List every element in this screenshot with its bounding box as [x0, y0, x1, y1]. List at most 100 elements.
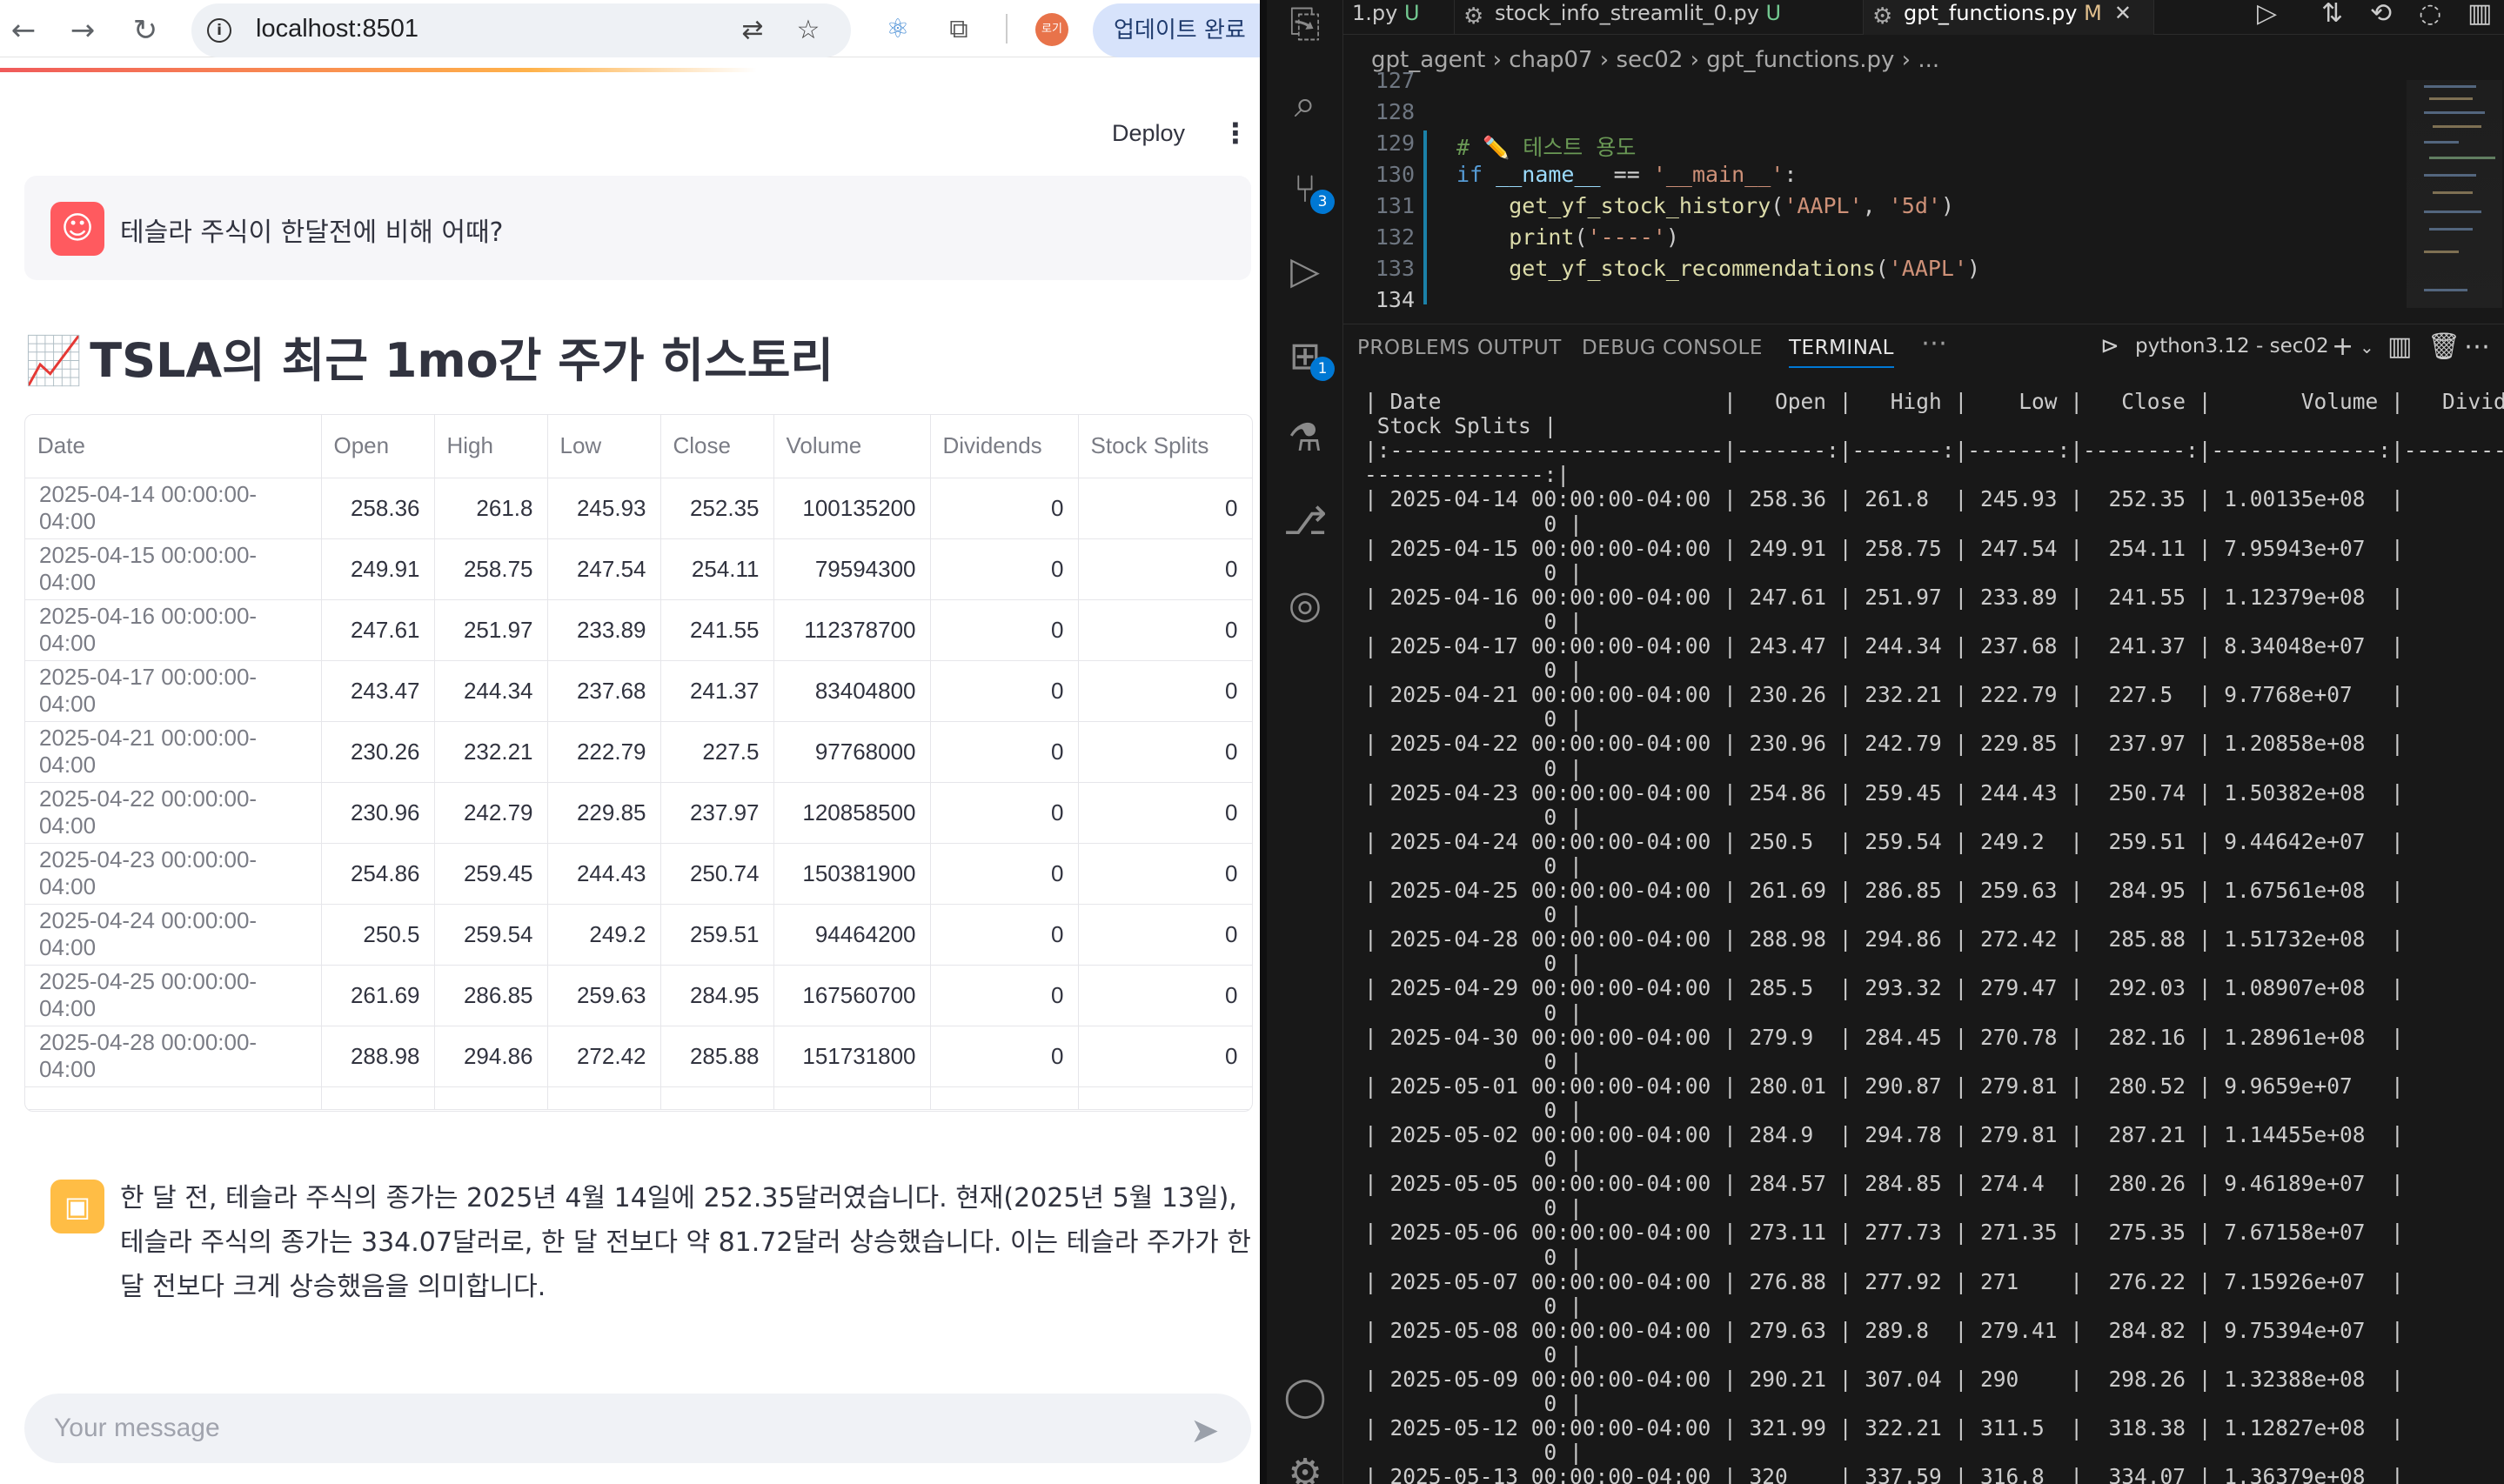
more-actions-icon[interactable]: ⋯: [1921, 328, 1948, 358]
close-icon[interactable]: ✕: [2114, 1, 2132, 25]
table-cell[interactable]: 261.8: [434, 478, 548, 539]
table-cell[interactable]: 0: [1078, 599, 1252, 661]
table-cell[interactable]: 247.61: [321, 599, 435, 661]
table-cell[interactable]: 259.51: [660, 904, 774, 966]
table-cell[interactable]: 97768000: [773, 721, 931, 783]
table-row[interactable]: 2025-04-28 00:00:00-04:00 288.98 294.86 272…: [25, 1026, 1252, 1087]
tab-output[interactable]: OUTPUT: [1477, 337, 1562, 359]
table-cell[interactable]: 261.69: [321, 965, 435, 1026]
send-icon[interactable]: ➤: [1190, 1411, 1220, 1451]
table-cell[interactable]: 230.26: [321, 721, 435, 783]
table-cell[interactable]: 241.37: [660, 660, 774, 722]
table-cell[interactable]: 150381900: [773, 843, 931, 905]
table-cell[interactable]: 294.86: [434, 1026, 548, 1087]
run-debug-icon[interactable]: ▷: [1281, 247, 1329, 296]
table-row[interactable]: 2025-04-22 00:00:00-04:00 230.96 242.79 229…: [25, 782, 1252, 844]
code-editor[interactable]: 127 128 129 130 131 132 133 134 # ✏️ 테스트…: [1343, 68, 2504, 317]
site-info-icon[interactable]: i: [207, 18, 231, 43]
column-header[interactable]: Volume: [773, 415, 931, 478]
tab-1-py[interactable]: 1.py U: [1343, 0, 1455, 35]
column-header[interactable]: Low: [547, 415, 661, 478]
back-arrow-icon[interactable]: ←: [3, 10, 44, 50]
split-terminal-icon[interactable]: ▥: [2387, 331, 2412, 362]
table-cell[interactable]: 251.97: [434, 599, 548, 661]
table-cell[interactable]: 0: [1078, 965, 1252, 1026]
deploy-button[interactable]: Deploy: [1112, 120, 1185, 147]
table-cell[interactable]: 286.85: [434, 965, 548, 1026]
table-cell[interactable]: 120858500: [773, 782, 931, 844]
table-cell[interactable]: 0: [1078, 1026, 1252, 1087]
table-cell[interactable]: 2025-04-23 00:00:00-04:00: [25, 843, 322, 905]
table-cell[interactable]: 233.89: [547, 599, 661, 661]
table-row[interactable]: 2025-04-16 00:00:00-04:00 247.61 251.97 233…: [25, 599, 1252, 661]
table-row[interactable]: 2025-04-24 00:00:00-04:00 250.5 259.54 249.…: [25, 904, 1252, 966]
minimap[interactable]: [2407, 80, 2502, 308]
table-cell[interactable]: 244.34: [434, 660, 548, 722]
update-button[interactable]: 업데이트 완료: [1093, 3, 1260, 57]
extensions-puzzle-icon[interactable]: ⧉: [941, 12, 976, 47]
table-cell[interactable]: 230.96: [321, 782, 435, 844]
timeline-icon[interactable]: ◌: [2419, 0, 2441, 29]
table-cell[interactable]: 2025-04-14 00:00:00-04:00: [25, 478, 322, 539]
tab-gpt-functions[interactable]: ⚙ gpt_functions.py M ✕: [1864, 0, 2154, 35]
bookmark-star-icon[interactable]: ☆: [792, 14, 825, 47]
table-cell[interactable]: 252.35: [660, 478, 774, 539]
chat-input[interactable]: [24, 1394, 1251, 1463]
react-devtools-icon[interactable]: ⚛: [880, 12, 915, 47]
chevron-down-icon[interactable]: ⌄: [2360, 337, 2374, 358]
stock-history-dataframe[interactable]: Date Open High Low Close Volume Dividends Stock…: [24, 414, 1253, 1112]
table-cell[interactable]: 0: [930, 904, 1079, 966]
main-menu-icon[interactable]: ⋮: [1222, 117, 1249, 150]
table-cell[interactable]: 244.43: [547, 843, 661, 905]
table-cell[interactable]: 79594300: [773, 538, 931, 600]
column-header[interactable]: Date: [25, 415, 322, 478]
table-row[interactable]: 2025-04-23 00:00:00-04:00 254.86 259.45 244…: [25, 843, 1252, 905]
table-cell[interactable]: 250.74: [660, 843, 774, 905]
table-cell[interactable]: 272.42: [547, 1026, 661, 1087]
open-changes-icon[interactable]: ⟲: [2370, 0, 2392, 29]
table-cell[interactable]: 0: [1078, 538, 1252, 600]
table-cell[interactable]: 2025-04-17 00:00:00-04:00: [25, 660, 322, 722]
table-cell[interactable]: 284.95: [660, 965, 774, 1026]
split-editor-icon[interactable]: ▥: [2467, 0, 2492, 29]
trash-icon[interactable]: 🗑: [2427, 331, 2460, 362]
table-cell[interactable]: 94464200: [773, 904, 931, 966]
forward-arrow-icon[interactable]: →: [63, 10, 103, 50]
testing-flask-icon[interactable]: ⚗: [1281, 414, 1329, 463]
table-cell[interactable]: 167560700: [773, 965, 931, 1026]
table-cell[interactable]: 2025-04-24 00:00:00-04:00: [25, 904, 322, 966]
table-cell[interactable]: 258.36: [321, 478, 435, 539]
translate-icon[interactable]: ⇄: [736, 14, 769, 47]
tab-debug-console[interactable]: DEBUG CONSOLE: [1582, 337, 1763, 359]
gitlens-icon[interactable]: ◎: [1281, 581, 1329, 630]
table-cell[interactable]: 245.93: [547, 478, 661, 539]
terminal-selector[interactable]: python3.12 - sec02: [2135, 335, 2329, 358]
tab-stock-info-streamlit[interactable]: ⚙ stock_info_streamlit_0.py U: [1455, 0, 1864, 35]
table-cell[interactable]: 0: [930, 660, 1079, 722]
table-cell[interactable]: 227.5: [660, 721, 774, 783]
git-graph-icon[interactable]: ⎇: [1281, 498, 1329, 546]
table-row[interactable]: 2025-04-17 00:00:00-04:00 243.47 244.34 237…: [25, 660, 1252, 722]
run-file-icon[interactable]: ▷: [2257, 0, 2277, 29]
accounts-icon[interactable]: ◯: [1281, 1373, 1329, 1421]
table-cell[interactable]: 232.21: [434, 721, 548, 783]
table-cell[interactable]: 151731800: [773, 1026, 931, 1087]
terminal-output[interactable]: | Date | Open | High | Low | Close | Vol…: [1343, 376, 2504, 1484]
table-row[interactable]: 2025-04-25 00:00:00-04:00 261.69 286.85 259…: [25, 965, 1252, 1026]
profile-avatar[interactable]: 로기: [1035, 13, 1068, 46]
table-cell[interactable]: 285.88: [660, 1026, 774, 1087]
tab-terminal[interactable]: TERMINAL: [1789, 337, 1894, 368]
table-cell[interactable]: 0: [930, 782, 1079, 844]
table-cell[interactable]: 222.79: [547, 721, 661, 783]
column-header[interactable]: Close: [660, 415, 774, 478]
column-header[interactable]: Dividends: [930, 415, 1079, 478]
table-cell[interactable]: 2025-04-25 00:00:00-04:00: [25, 965, 322, 1026]
settings-gear-icon[interactable]: ⚙: [1281, 1449, 1329, 1484]
table-row[interactable]: 2025-04-15 00:00:00-04:00 249.91 258.75 247…: [25, 538, 1252, 600]
panel-more-icon[interactable]: ⋯: [2464, 331, 2490, 362]
table-cell[interactable]: 2025-04-21 00:00:00-04:00: [25, 721, 322, 783]
table-cell[interactable]: 258.75: [434, 538, 548, 600]
tab-problems[interactable]: PROBLEMS: [1357, 337, 1470, 359]
table-cell[interactable]: 229.85: [547, 782, 661, 844]
table-cell[interactable]: 0: [930, 721, 1079, 783]
